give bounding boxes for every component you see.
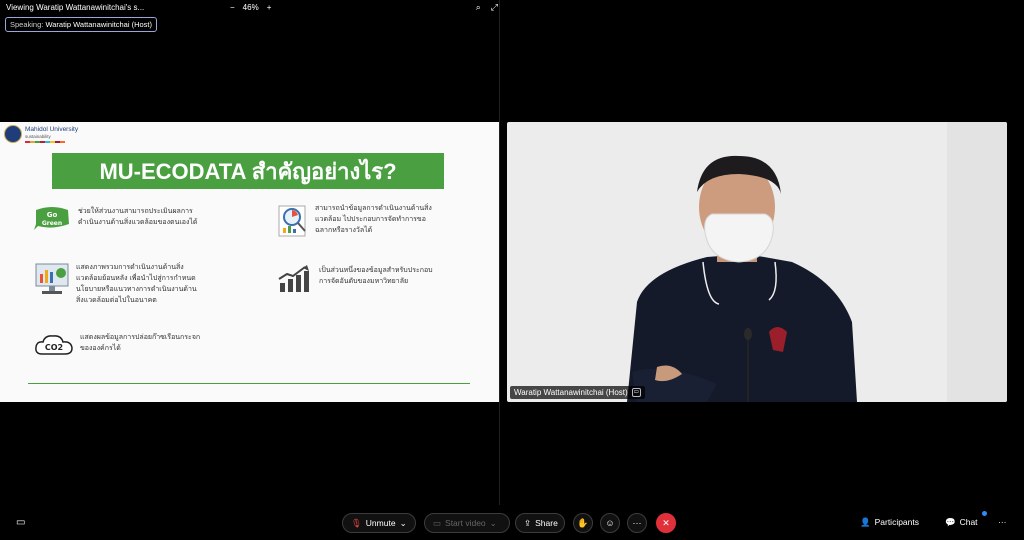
more-options-label: ···	[632, 518, 642, 528]
magnify-icon[interactable]: ⌕	[476, 2, 481, 13]
svg-text:Go: Go	[47, 211, 58, 219]
participants-icon: 👤	[860, 517, 871, 527]
start-video-label: Start video	[445, 518, 486, 528]
unmute-label: Unmute	[365, 518, 396, 528]
participants-button[interactable]: 👤 Participants	[860, 517, 919, 528]
captions-icon[interactable]: ▭	[16, 517, 25, 528]
zoom-controls: − 46% +	[230, 3, 271, 12]
participants-label: Participants	[874, 517, 920, 527]
slide-item-2-text: สามารถนำข้อมูลการดำเนินงานด้านสิ่ง แวดล้…	[315, 205, 432, 234]
meeting-controls: ▭ 🎙 Unmute ⌄ ▭ Start video ⌄ ⇪ Share ✋ ☺…	[0, 505, 1024, 540]
chat-icon: 💬	[945, 517, 956, 527]
slide-item-2: สามารถนำข้อมูลการดำเนินงานด้านสิ่ง แวดล้…	[277, 203, 432, 237]
title-icons: ⌕ ⤢	[476, 2, 498, 13]
participant-figure	[627, 155, 857, 402]
zoom-out-button[interactable]: −	[230, 3, 235, 12]
university-seal-icon	[4, 125, 22, 143]
logo-color-bar	[25, 140, 78, 143]
share-button[interactable]: ⇪ Share	[515, 513, 565, 533]
slide-heading: MU-ECODATA สำคัญอย่างไร?	[52, 153, 444, 189]
slide-divider	[28, 383, 470, 384]
slide-item-4: เป็นส่วนหนึ่งของข้อมูลสำหรับประกอบ การจั…	[277, 265, 433, 293]
chat-notification-dot	[982, 511, 987, 516]
participant-name-label: Waratip Wattanawinitchai (Host) ▭	[510, 386, 645, 399]
shared-screen: Mahidol University sustainability MU-ECO…	[0, 122, 499, 402]
window-title-bar: Viewing Waratip Wattanawinitchai's s... …	[0, 0, 500, 16]
video-off-icon: ▭	[433, 517, 442, 528]
more-options-button[interactable]: ···	[627, 513, 647, 533]
slide-item-5-text: แสดงผลข้อมูลการปล่อยก๊าซเรือนกระจก ขององ…	[80, 334, 201, 352]
slide-item-1-text: ช่วยให้ส่วนงานสามารถประเมินผลการ ดำเนินง…	[78, 208, 198, 226]
share-icon: ⇪	[524, 517, 532, 528]
zoom-level: 46%	[242, 3, 259, 12]
participant-video[interactable]: Waratip Wattanawinitchai (Host) ▭	[507, 122, 1007, 402]
data-analysis-icon	[277, 203, 309, 237]
dashboard-icon	[34, 262, 70, 296]
start-video-chevron-icon[interactable]: ⌄	[490, 518, 497, 529]
unmute-chevron-icon[interactable]: ⌄	[400, 518, 407, 529]
cc-icon: ▭	[631, 388, 641, 397]
participant-name: Waratip Wattanawinitchai (Host)	[514, 388, 628, 397]
panel-divider[interactable]	[499, 0, 500, 505]
slide-item-3: แสดงภาพรวมการดำเนินงานด้านสิ่ง แวดล้อมย้…	[34, 262, 197, 306]
unmute-button[interactable]: 🎙 Unmute ⌄	[342, 513, 416, 533]
slide-item-4-text: เป็นส่วนหนึ่งของข้อมูลสำหรับประกอบ การจั…	[319, 267, 433, 285]
svg-text:CO2: CO2	[45, 343, 63, 352]
slide-item-5: CO2 แสดงผลข้อมูลการปล่อยก๊าซเรือนกระจก ข…	[34, 332, 200, 358]
slide-item-1: Go Green ช่วยให้ส่วนงานสามารถประเมินผลการ…	[32, 206, 197, 232]
window-title: Viewing Waratip Wattanawinitchai's s...	[6, 3, 145, 12]
close-icon: ✕	[662, 517, 670, 528]
growth-chart-icon	[277, 265, 313, 293]
start-video-button[interactable]: ▭ Start video ⌄	[424, 513, 510, 533]
speaking-name: Waratip Wattanawinitchai (Host)	[45, 20, 153, 29]
raise-hand-icon: ✋	[577, 517, 589, 528]
speaking-label: Speaking:	[10, 20, 44, 29]
speaking-indicator: Speaking: Waratip Wattanawinitchai (Host…	[5, 17, 158, 32]
chat-button[interactable]: 💬 Chat	[945, 517, 978, 528]
reactions-icon: ☺	[605, 518, 615, 528]
logo-name: Mahidol University	[25, 125, 79, 133]
reactions-button[interactable]: ☺	[600, 513, 620, 533]
overflow-menu-button[interactable]: ···	[998, 517, 1007, 527]
logo-sub: sustainability	[25, 133, 51, 139]
leave-meeting-button[interactable]: ✕	[656, 513, 676, 533]
university-logo: Mahidol University sustainability	[4, 125, 78, 143]
slide-item-3-text: แสดงภาพรวมการดำเนินงานด้านสิ่ง แวดล้อมย้…	[76, 264, 197, 304]
raise-hand-button[interactable]: ✋	[573, 513, 593, 533]
chat-label: Chat	[959, 517, 978, 527]
zoom-in-button[interactable]: +	[267, 3, 272, 12]
mic-muted-icon: 🎙	[351, 517, 362, 528]
share-label: Share	[535, 518, 558, 528]
fullscreen-icon[interactable]: ⤢	[491, 2, 498, 13]
co2-cloud-icon: CO2	[34, 332, 74, 358]
go-green-icon: Go Green	[32, 206, 72, 232]
svg-text:Green: Green	[42, 220, 62, 227]
